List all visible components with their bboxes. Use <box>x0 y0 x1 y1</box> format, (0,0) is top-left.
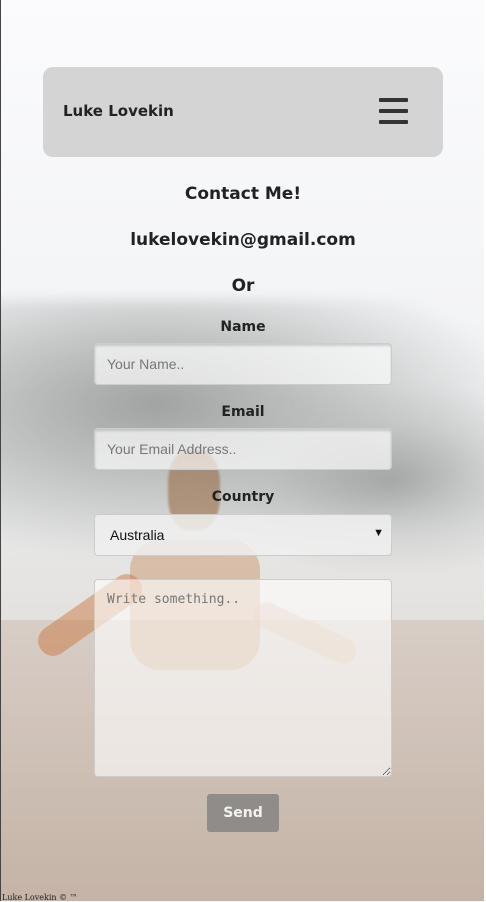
message-textarea[interactable] <box>94 579 392 777</box>
left-edge-line <box>0 0 1 901</box>
page-title: Contact Me! <box>184 184 302 204</box>
send-button[interactable]: Send <box>207 794 279 832</box>
contact-email[interactable]: lukelovekin@gmail.com <box>0 230 486 250</box>
brand-link[interactable]: Luke Lovekin <box>63 102 174 120</box>
email-label: Email <box>221 404 265 420</box>
name-input[interactable] <box>94 343 392 385</box>
menu-bar-bottom <box>379 120 408 124</box>
menu-bar-middle <box>379 109 408 113</box>
caret-down-icon: ▼ <box>373 527 384 539</box>
hamburger-menu-icon[interactable] <box>377 97 411 127</box>
country-select[interactable]: Australia ▼ <box>94 514 392 556</box>
menu-bar-top <box>379 98 408 102</box>
name-label: Name <box>220 319 266 335</box>
email-input[interactable] <box>94 428 392 470</box>
navbar: Luke Lovekin <box>43 67 443 157</box>
country-selected-value: Australia <box>110 527 165 543</box>
or-divider-text: Or <box>231 276 255 296</box>
country-label: Country <box>211 489 275 505</box>
